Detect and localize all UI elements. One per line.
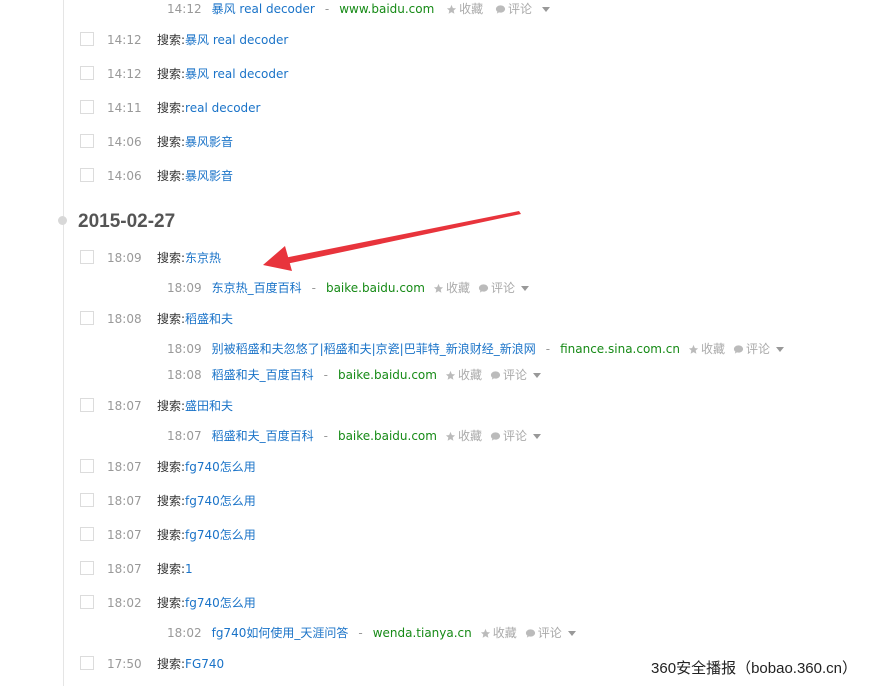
arrow-head <box>263 246 292 271</box>
arrow-shaft <box>284 211 521 264</box>
red-arrow-annotation <box>263 211 521 271</box>
watermark-text: 360安全播报（bobao.360.cn） <box>651 660 857 677</box>
